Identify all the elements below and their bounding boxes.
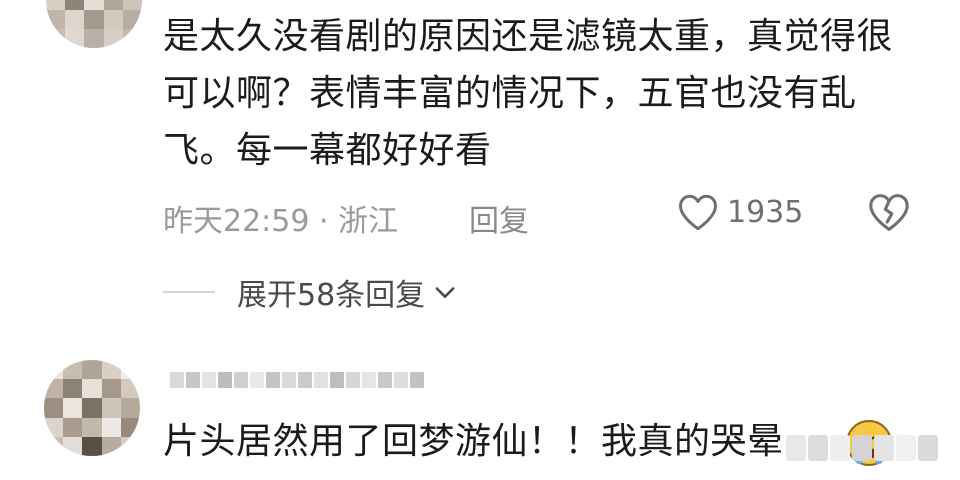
heart-outline-icon xyxy=(679,194,717,231)
like-count: 1935 xyxy=(727,194,804,230)
divider-line xyxy=(163,291,215,293)
comment-text: 是太久没看剧的原因还是滤镜太重，真觉得很可以啊？表情丰富的情况下，五官也没有乱飞… xyxy=(163,16,894,171)
comment-time-location: 昨天22:59 · 浙江 xyxy=(163,204,399,239)
expand-replies-button[interactable]: 展开58条回复 xyxy=(163,270,459,314)
comment-meta: 昨天22:59 · 浙江 回复 1935 xyxy=(163,190,923,240)
expand-replies-label: 展开58条回复 xyxy=(237,278,426,313)
avatar[interactable] xyxy=(44,360,140,456)
watermark-blur xyxy=(786,428,956,468)
comment-list: 是太久没看剧的原因还是滤镜太重，真觉得很可以啊？表情丰富的情况下，五官也没有乱飞… xyxy=(0,0,960,480)
reply-button[interactable]: 回复 xyxy=(469,196,529,240)
dislike-button[interactable] xyxy=(867,192,911,240)
username-blurred[interactable] xyxy=(170,372,424,388)
like-button[interactable]: 1935 xyxy=(677,192,803,232)
avatar[interactable] xyxy=(46,0,142,48)
chevron-down-icon xyxy=(435,287,455,298)
broken-heart-icon xyxy=(869,194,909,231)
